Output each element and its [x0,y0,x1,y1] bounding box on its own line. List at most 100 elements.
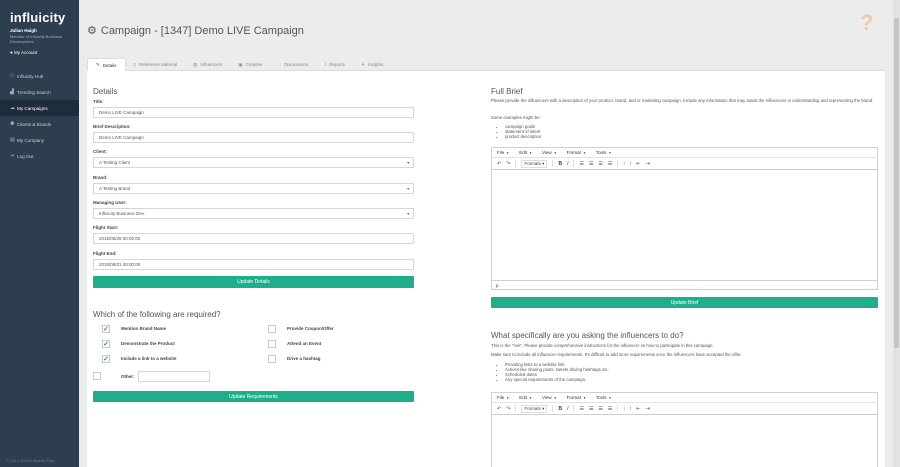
tab-label: Reports [329,62,346,67]
italic-icon[interactable]: I [567,161,568,167]
managing-user-value: Influicity Business Dev. [99,211,145,216]
menu-format[interactable]: Format [567,395,581,400]
menu-view[interactable]: View [542,395,552,400]
italic-icon[interactable]: I [567,406,568,412]
mention-brand-checkbox[interactable]: ✓ [102,325,110,333]
update-brief-button[interactable]: Update Brief [491,297,878,308]
brief-description-field[interactable]: Demo LIVE Campaign [93,132,414,143]
align-left-icon[interactable]: ☰ [579,406,583,412]
indent-icon[interactable]: ⇥ [646,161,650,167]
tab-reports[interactable]: ⌇ Reports [316,58,353,71]
tab-label: Details [102,62,117,68]
align-right-icon[interactable]: ☰ [598,161,602,167]
menu-file[interactable]: File [497,150,504,155]
sidebar-item-trending-search[interactable]: ▟ Trending Search [0,84,79,100]
menu-file[interactable]: File [497,395,504,400]
outdent-icon[interactable]: ⇤ [636,161,640,167]
align-center-icon[interactable]: ☰ [589,161,593,167]
update-requirements-button[interactable]: Update Requirements [93,391,414,402]
bullet-list-icon[interactable]: ⁝ [623,406,625,412]
title-field[interactable]: Demo LIVE Campaign [93,107,414,118]
bold-icon[interactable]: B [558,406,562,412]
menu-edit[interactable]: Edit [519,395,527,400]
brief-description-value: Demo LIVE Campaign [99,135,144,140]
element-path: p [496,282,499,288]
toolbar-divider [573,160,575,167]
list-item: product description [505,134,541,139]
tab-insights[interactable]: ✦ Insights [353,58,391,71]
ask-editor: File ▼ Edit ▼ View ▼ Format ▼ Tools ▼ ↶ ↷ For… [491,392,878,467]
editor-toolbar: ↶ ↷ Formats ▾ B I ☰ ☰ ☰ ☰ ⁝ ⁞ ⇤ ⇥ [492,403,877,415]
menu-format[interactable]: Format [567,150,581,155]
tab-influencers[interactable]: ▥ Influencers [185,58,230,71]
scrollbar-thumb[interactable] [894,18,899,348]
requirements-heading: Which of the following are required? [93,310,221,319]
sidebar-item-my-company[interactable]: ▤ My Company [0,132,79,148]
caret-down-icon: ▼ [406,161,410,165]
demonstrate-product-label: Demonstrate the Product [121,341,175,346]
tab-creative[interactable]: ▣ Creative [230,58,270,71]
brand-label: Brand: [93,175,108,180]
client-select[interactable]: A Testing Client ▼ [93,157,414,168]
align-right-icon[interactable]: ☰ [598,406,602,412]
bullet-list-icon[interactable]: ⁝ [623,161,625,167]
menu-view[interactable]: View [542,150,552,155]
my-account-link[interactable]: ● My Account [10,50,37,55]
sidebar-item-label: Influicity Hub [17,73,44,79]
flight-start-field[interactable]: 2015/05/28 00:00:00 [93,233,414,244]
bold-icon[interactable]: B [558,161,562,167]
ask-heading: What specifically are you asking the inf… [491,331,684,340]
editor-menubar: File ▼ Edit ▼ View ▼ Format ▼ Tools ▼ [492,148,877,158]
brand-select[interactable]: A Testing Brand ▼ [93,183,414,194]
numbered-list-icon[interactable]: ⁞ [630,161,631,167]
dashboard-icon: ⚙ [87,25,97,37]
menu-tools[interactable]: Tools [596,395,607,400]
page-scrollbar[interactable] [893,0,900,467]
managing-user-select[interactable]: Influicity Business Dev. ▼ [93,208,414,219]
formats-dropdown[interactable]: Formats ▾ [521,404,548,413]
full-brief-description: Please provide the influencers with a de… [491,98,874,103]
sidebar-item-clients-brands[interactable]: ⚉ Clients & Brands [0,116,79,132]
other-checkbox[interactable] [93,372,101,380]
align-left-icon[interactable]: ☰ [579,161,583,167]
tab-reference-material[interactable]: ▯ Reference Material [126,58,186,71]
redo-icon[interactable]: ↷ [506,161,510,167]
editor-content-area[interactable] [492,170,877,280]
align-center-icon[interactable]: ☰ [589,406,593,412]
list-item: Any special requirements of the campaign… [505,377,609,382]
drive-hashtag-label: Drive a hashtag [287,356,321,361]
numbered-list-icon[interactable]: ⁞ [630,406,631,412]
flight-end-field[interactable]: 2015/08/31 00:00:00 [93,259,414,270]
attend-event-checkbox[interactable] [268,340,276,348]
undo-icon[interactable]: ↶ [497,161,501,167]
demonstrate-product-checkbox[interactable]: ✓ [102,340,110,348]
file-icon: ▯ [133,61,137,67]
menu-edit[interactable]: Edit [519,150,527,155]
other-input[interactable] [138,371,210,382]
align-justify-icon[interactable]: ☰ [608,161,612,167]
provide-coupon-checkbox[interactable] [268,325,276,333]
redo-icon[interactable]: ↷ [506,406,510,412]
tab-details[interactable]: ✎ Details [87,58,126,71]
sidebar-item-label: Clients & Brands [17,121,52,127]
sidebar-item-log-out[interactable]: ⇥ Log Out [0,148,79,164]
chevron-down-icon: ▼ [506,150,510,155]
outdent-icon[interactable]: ⇤ [636,406,640,412]
copyright: © 2014-2015 Influicity Corp. [6,458,56,463]
include-link-checkbox[interactable]: ✓ [102,355,110,363]
align-justify-icon[interactable]: ☰ [608,406,612,412]
formats-dropdown[interactable]: Formats ▾ [521,159,548,168]
indent-icon[interactable]: ⇥ [646,406,650,412]
undo-icon[interactable]: ↶ [497,406,501,412]
sidebar-item-my-campaigns[interactable]: ☁ My Campaigns [0,100,79,116]
drive-hashtag-checkbox[interactable] [268,355,276,363]
sidebar-item-influicity-hub[interactable]: ⚇ Influicity Hub [0,68,79,84]
editor-content-area[interactable] [492,415,877,467]
update-details-button[interactable]: Update Details [93,276,414,288]
influicity-logo[interactable]: influicity [10,10,65,25]
chevron-down-icon: ▼ [529,395,532,400]
help-icon[interactable]: ? [860,10,873,36]
tab-discussions[interactable]: ◌ Discussions [270,58,316,71]
menu-tools[interactable]: Tools [596,150,607,155]
lightbulb-icon: ✦ [361,61,365,67]
